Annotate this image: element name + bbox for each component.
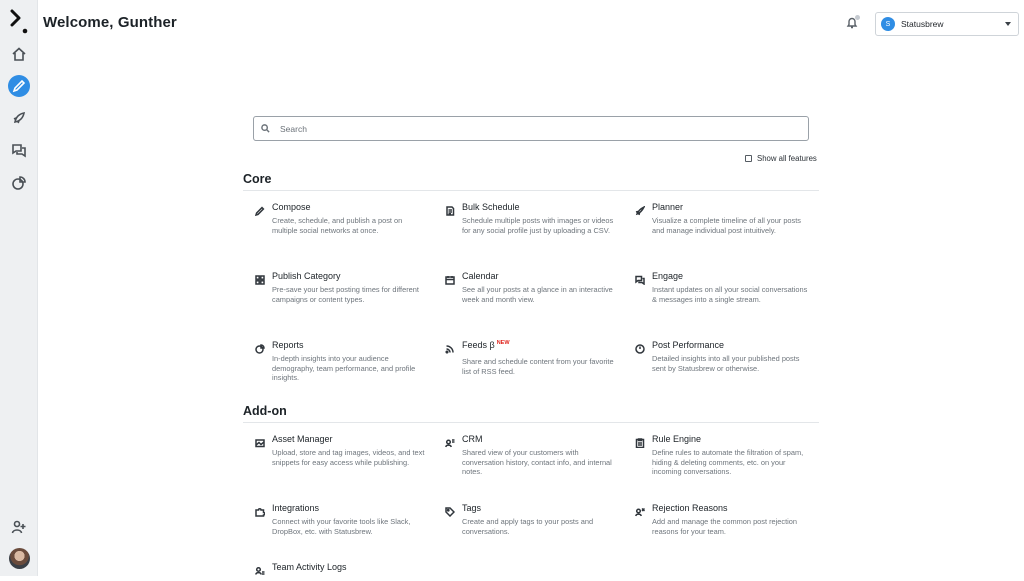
feature-title: Team Activity Logs (272, 562, 347, 572)
feature-desc: Create and apply tags to your posts and … (462, 517, 594, 536)
feature-desc: Connect with your favorite tools like Sl… (272, 517, 411, 536)
section-core: Core (243, 172, 819, 191)
feature-title: Rejection Reasons (652, 503, 728, 513)
account-name: Statusbrew (901, 19, 944, 29)
pie-chart-icon (255, 341, 265, 354)
feature-title: Feeds β NEW (462, 340, 510, 350)
feature-desc: In-depth insights into your audience dem… (272, 354, 416, 383)
feature-title: Post Performance (652, 340, 725, 350)
show-all-label: Show all features (757, 154, 817, 163)
compose-icon[interactable] (8, 75, 30, 97)
contact-icon (445, 435, 455, 448)
tag-icon (445, 504, 456, 518)
feature-desc: Define rules to automate the filtration … (652, 448, 804, 477)
show-all-features-toggle[interactable]: Show all features (745, 154, 817, 163)
feature-desc: Upload, store and tag images, videos, an… (272, 448, 425, 467)
document-icon (445, 203, 455, 216)
calendar-icon (445, 272, 455, 285)
reports-icon[interactable] (7, 171, 31, 195)
activity-log-icon (255, 563, 265, 575)
feature-title: Bulk Schedule (462, 202, 520, 212)
feature-title: Rule Engine (652, 434, 702, 444)
feature-title: Engage (652, 271, 684, 281)
account-selector[interactable]: S Statusbrew (875, 12, 1019, 36)
add-user-icon[interactable] (7, 515, 31, 539)
feature-desc: Detailed insights into all your publishe… (652, 354, 800, 373)
feature-desc: Share and schedule content from your fav… (462, 357, 614, 376)
search-icon (261, 124, 270, 133)
page-title: Welcome, Gunther (43, 14, 177, 31)
avatar[interactable] (9, 548, 30, 569)
chat-icon[interactable] (7, 138, 31, 162)
chevron-down-icon (1005, 22, 1011, 26)
notification-bell-icon[interactable] (846, 15, 862, 32)
clipboard-icon (635, 435, 645, 449)
feature-title: Reports (272, 340, 304, 350)
puzzle-icon (255, 504, 266, 517)
grid-icon (255, 272, 265, 285)
search-bar[interactable] (253, 116, 809, 141)
section-addon: Add-on (243, 404, 819, 423)
feature-desc: Shared view of your customers with conve… (462, 448, 612, 477)
show-all-checkbox[interactable] (745, 155, 752, 162)
feature-desc: Create, schedule, and publish a post on … (272, 216, 403, 235)
feature-title: Publish Category (272, 271, 341, 281)
home-icon[interactable] (7, 42, 31, 66)
feature-title-text: Feeds β (462, 340, 495, 350)
feature-title: Integrations (272, 503, 320, 513)
feature-title: Planner (652, 202, 684, 212)
feature-title: Tags (462, 503, 482, 513)
rocket-icon[interactable] (7, 106, 31, 130)
chat-icon (635, 272, 645, 286)
account-badge: S (881, 17, 895, 31)
feature-desc: Instant updates on all your social conve… (652, 285, 808, 304)
image-icon (255, 435, 265, 448)
user-reject-icon (635, 504, 646, 517)
gauge-icon (635, 341, 645, 354)
feature-desc: Pre-save your best posting times for dif… (272, 285, 419, 304)
rss-icon (445, 341, 455, 354)
feature-title: Calendar (462, 271, 499, 281)
feature-desc: Add and manage the common post rejection… (652, 517, 798, 536)
rocket-icon (635, 203, 646, 216)
sidebar (0, 0, 38, 576)
new-badge: NEW (496, 340, 510, 346)
feature-title: Asset Manager (272, 434, 333, 444)
feature-title: Compose (272, 202, 311, 212)
feature-desc: See all your posts at a glance in an int… (462, 285, 613, 304)
notification-dot (855, 15, 860, 20)
search-input[interactable] (280, 123, 780, 134)
pencil-icon (254, 203, 265, 217)
statusbrew-logo[interactable] (9, 9, 31, 35)
feature-desc: Visualize a complete timeline of all you… (652, 216, 801, 235)
feature-desc: Schedule multiple posts with images or v… (462, 216, 614, 235)
feature-title: CRM (462, 434, 483, 444)
